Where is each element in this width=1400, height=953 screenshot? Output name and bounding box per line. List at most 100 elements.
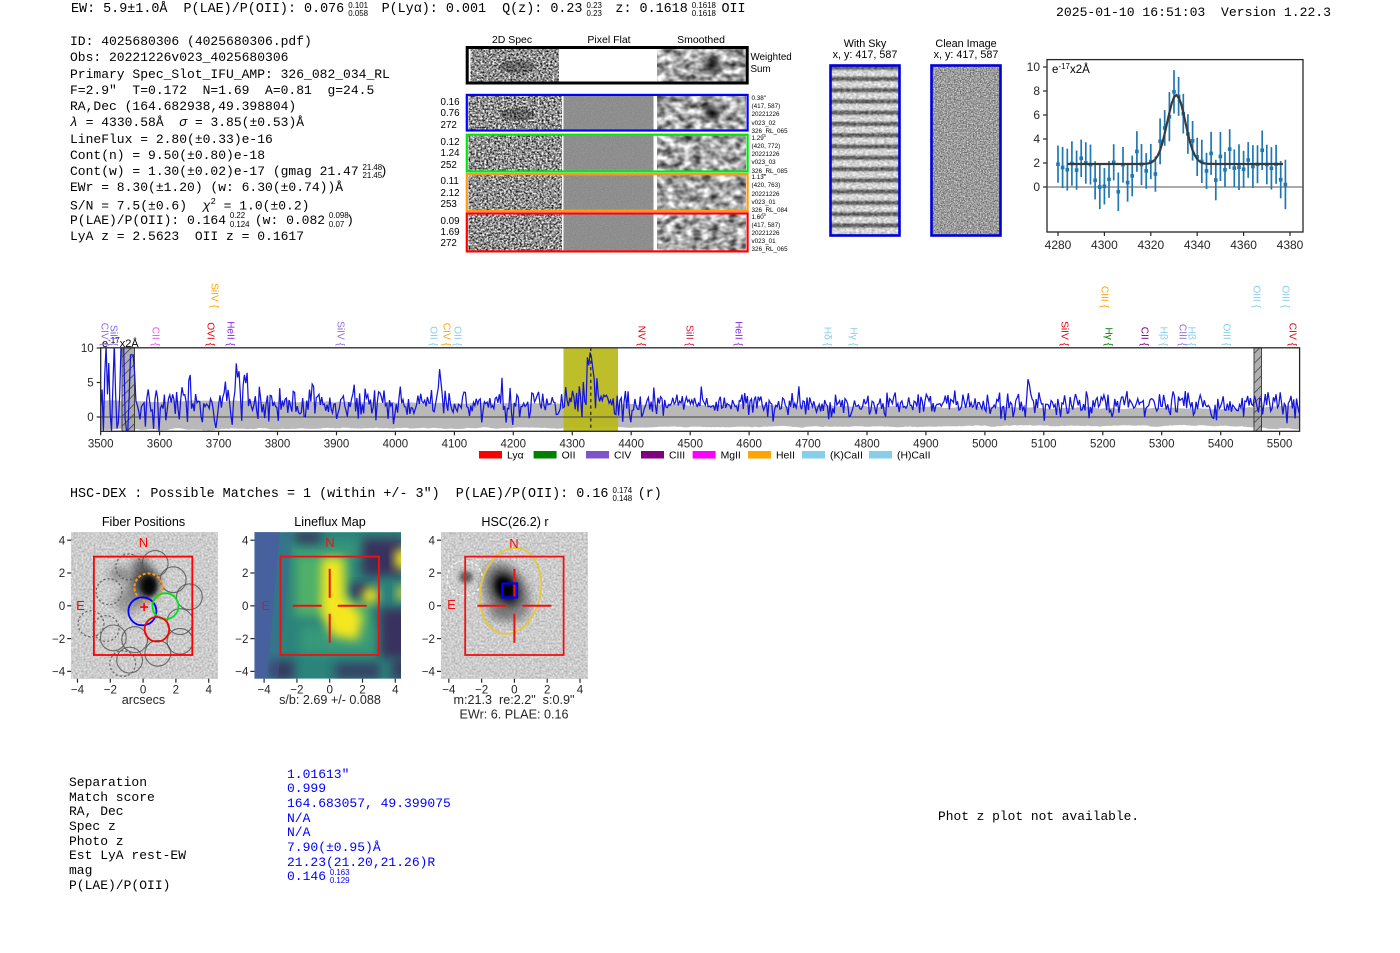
svg-text:4: 4 [392,684,399,697]
svg-text:4200: 4200 [501,438,527,450]
svg-text:4300: 4300 [1091,238,1118,252]
svg-text:0: 0 [59,600,65,613]
svg-text:Hγ {: Hγ { [848,327,859,346]
svg-text:Hδ {: Hδ { [822,327,833,347]
svg-text:arcsecs: arcsecs [122,693,165,707]
svg-text:(K)CaII: (K)CaII [830,451,863,462]
svg-text:4280: 4280 [1045,238,1072,252]
svg-text:CII {: CII { [1139,327,1150,347]
svg-text:4300: 4300 [560,438,586,450]
svg-text:−2: −2 [235,633,248,646]
svg-text:HSC(26.2) r: HSC(26.2) r [481,515,548,529]
svg-text:0: 0 [87,412,93,424]
svg-text:CII {: CII { [150,327,161,347]
svg-text:4700: 4700 [795,438,821,450]
svg-text:HeII {: HeII { [225,321,236,347]
svg-text:2: 2 [1033,156,1040,170]
svg-text:3600: 3600 [147,438,173,450]
svg-text:4360: 4360 [1230,238,1257,252]
svg-text:MgII: MgII [721,451,741,462]
svg-text:3800: 3800 [265,438,291,450]
svg-text:4100: 4100 [442,438,468,450]
svg-text:OIII {: OIII { [1221,323,1232,346]
svg-text:m:21.3 re:2.2" s:0.9": m:21.3 re:2.2" s:0.9" [454,693,575,707]
svg-text:−4: −4 [52,666,66,679]
svg-text:NV {: NV { [636,326,647,347]
svg-text:−4: −4 [71,684,85,697]
svg-text:OIII {: OIII { [1251,285,1262,308]
svg-text:N: N [139,535,148,550]
svg-text:(H)CaII: (H)CaII [897,451,930,462]
svg-text:5300: 5300 [1149,438,1175,450]
svg-text:s/b: 2.69 +/- 0.088: s/b: 2.69 +/- 0.088 [279,693,381,707]
svg-text:4000: 4000 [383,438,409,450]
svg-text:HeII: HeII [776,451,795,462]
svg-text:CIV: CIV [614,451,631,462]
svg-text:Lineflux Map: Lineflux Map [294,515,365,529]
svg-text:Lyα: Lyα [507,451,524,462]
svg-text:0: 0 [429,600,435,613]
svg-text:Fiber Positions: Fiber Positions [102,515,185,529]
svg-text:OVI {: OVI { [205,322,216,346]
svg-text:2: 2 [429,567,435,580]
svg-text:10: 10 [81,343,94,355]
svg-text:e-17x2Å: e-17x2Å [1052,62,1090,76]
svg-text:HeII {: HeII { [733,321,744,347]
svg-text:CIV {: CIV { [441,323,452,347]
svg-text:8: 8 [1033,84,1040,98]
svg-text:OII {: OII { [428,326,439,346]
svg-text:OIII {: OIII { [1280,285,1291,308]
svg-text:5400: 5400 [1208,438,1234,450]
svg-text:4900: 4900 [913,438,939,450]
svg-text:−2: −2 [104,684,117,697]
svg-text:4: 4 [429,534,436,547]
svg-text:−4: −4 [422,666,436,679]
svg-text:OII {: OII { [452,326,463,346]
svg-text:4: 4 [1033,132,1040,146]
svg-text:5200: 5200 [1090,438,1116,450]
svg-text:SiII {: SiII { [684,325,695,347]
svg-text:3500: 3500 [88,438,114,450]
svg-text:−4: −4 [235,666,249,679]
svg-text:OII: OII [562,451,576,462]
svg-text:5: 5 [87,378,93,390]
svg-text:2: 2 [242,567,248,580]
svg-text:3700: 3700 [206,438,232,450]
svg-text:SiII {: SiII { [108,325,119,347]
svg-text:4400: 4400 [618,438,644,450]
svg-text:6: 6 [1033,108,1040,122]
svg-text:4320: 4320 [1137,238,1164,252]
svg-text:E: E [76,598,85,613]
svg-text:5100: 5100 [1031,438,1057,450]
svg-text:E: E [262,598,271,613]
svg-text:4600: 4600 [736,438,762,450]
svg-text:CIII {: CIII { [1099,286,1110,309]
svg-text:−2: −2 [422,633,435,646]
svg-text:4: 4 [205,684,212,697]
svg-text:Hβ {: Hβ { [1158,327,1169,347]
svg-text:2: 2 [173,684,179,697]
svg-text:SiIV {: SiIV { [209,283,220,309]
svg-text:E: E [447,597,456,612]
svg-text:4500: 4500 [677,438,703,450]
svg-text:2: 2 [59,567,65,580]
svg-text:4: 4 [59,534,66,547]
svg-text:−4: −4 [257,684,271,697]
svg-text:5000: 5000 [972,438,998,450]
svg-text:4: 4 [242,534,249,547]
svg-text:SiIV {: SiIV { [335,321,346,347]
svg-text:CIII: CIII [669,451,685,462]
svg-text:Hγ {: Hγ { [1103,327,1114,346]
svg-text:4380: 4380 [1277,238,1304,252]
svg-text:EWr: 6. PLAE: 0.16: EWr: 6. PLAE: 0.16 [460,708,569,722]
svg-text:0: 0 [242,600,248,613]
svg-text:Hβ {: Hβ { [1186,327,1197,347]
svg-text:4800: 4800 [854,438,880,450]
svg-text:−2: −2 [52,633,65,646]
svg-text:0: 0 [1033,180,1040,194]
svg-text:3900: 3900 [324,438,350,450]
svg-text:4: 4 [577,684,584,697]
svg-text:CIV {: CIV { [1287,323,1298,347]
svg-text:N: N [325,535,334,550]
svg-text:10: 10 [1027,60,1041,74]
